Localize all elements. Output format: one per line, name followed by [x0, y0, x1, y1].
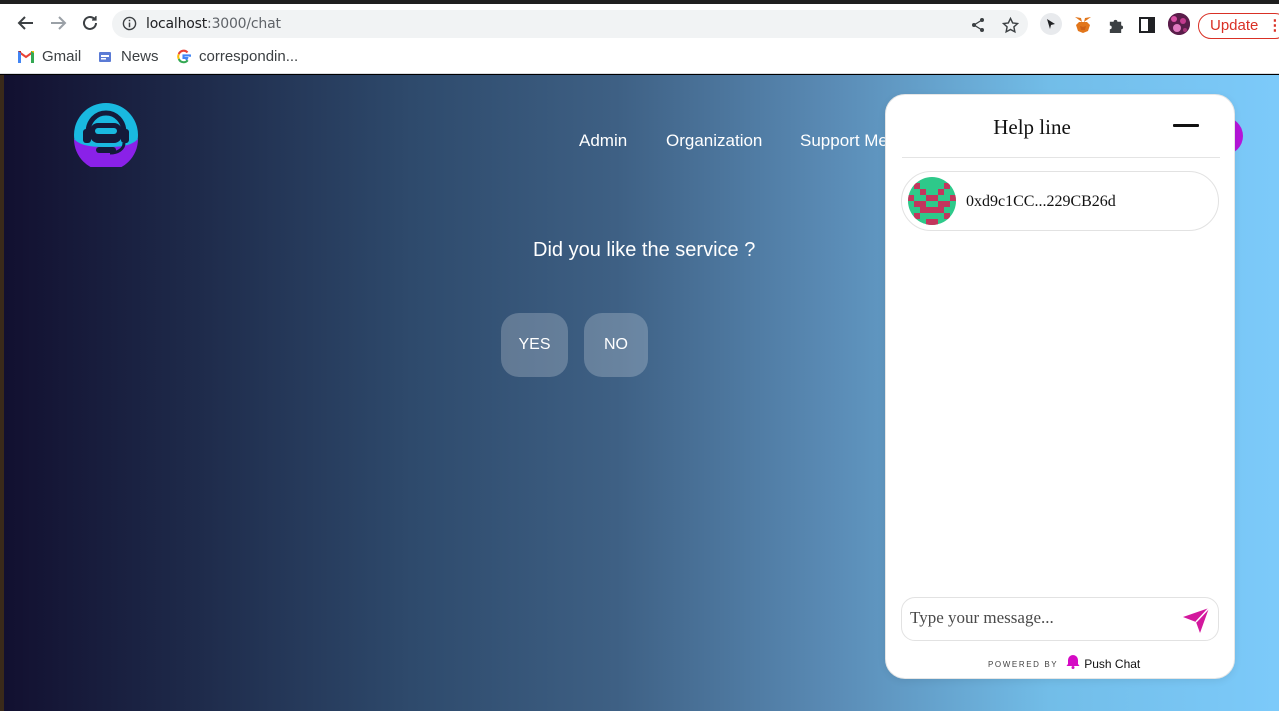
yes-button[interactable]: YES [501, 313, 568, 377]
site-info-icon[interactable] [122, 16, 137, 36]
minimize-icon[interactable] [1173, 124, 1199, 127]
feedback-question: Did you like the service ? [533, 239, 756, 261]
chat-title: Help line [993, 115, 1071, 139]
profile-avatar-icon[interactable] [1168, 13, 1190, 35]
push-chat-brand: Push Chat [1084, 657, 1141, 671]
reload-button[interactable] [78, 12, 102, 34]
nav-organization[interactable]: Organization [666, 131, 762, 151]
update-button[interactable]: Update ⋮ [1198, 13, 1279, 39]
browser-toolbar: localhost:3000/chat Update ⋮ [0, 4, 1279, 42]
url-text: localhost:3000/chat [146, 16, 281, 32]
bookmark-news[interactable]: News [97, 48, 159, 65]
message-input[interactable] [910, 608, 1172, 628]
news-icon [97, 49, 113, 65]
back-arrow-icon [17, 16, 33, 30]
share-icon[interactable] [969, 16, 987, 34]
nav-support-me[interactable]: Support Me [800, 131, 888, 151]
side-panel-icon[interactable] [1137, 15, 1157, 35]
google-icon [175, 49, 191, 65]
cursor-extension-icon[interactable] [1040, 13, 1062, 35]
bookmark-star-icon[interactable] [1001, 16, 1019, 34]
bookmark-gmail[interactable]: Gmail [18, 48, 81, 65]
metamask-fox-icon[interactable] [1073, 15, 1093, 35]
chat-contact-item[interactable]: 0xd9c1CC...229CB26d [901, 171, 1219, 231]
bookmarks-bar: Gmail News correspondin... [0, 42, 1279, 74]
no-button[interactable]: NO [584, 313, 648, 377]
message-composer [901, 597, 1219, 641]
contact-avatar [908, 177, 956, 225]
forward-button[interactable] [46, 12, 70, 34]
chat-widget: Help line 0xd9c1CC...229CB26d POWERED BY [885, 94, 1235, 679]
back-button[interactable] [14, 12, 38, 34]
push-bell-icon [1066, 654, 1080, 674]
nav-admin[interactable]: Admin [579, 131, 627, 151]
powered-by-label: POWERED BY [988, 659, 1059, 669]
contact-address: 0xd9c1CC...229CB26d [966, 193, 1116, 210]
reload-icon [83, 15, 97, 30]
helpdesk-logo-icon[interactable] [74, 103, 138, 171]
extensions-puzzle-icon[interactable] [1105, 15, 1125, 35]
powered-by-footer: POWERED BY Push Chat [988, 654, 1140, 674]
chat-header-divider [902, 157, 1220, 158]
forward-arrow-icon [51, 16, 67, 30]
send-icon[interactable] [1181, 605, 1211, 635]
gmail-icon [18, 49, 34, 65]
bookmark-google[interactable]: correspondin... [175, 48, 298, 65]
address-bar[interactable]: localhost:3000/chat [112, 10, 1028, 38]
